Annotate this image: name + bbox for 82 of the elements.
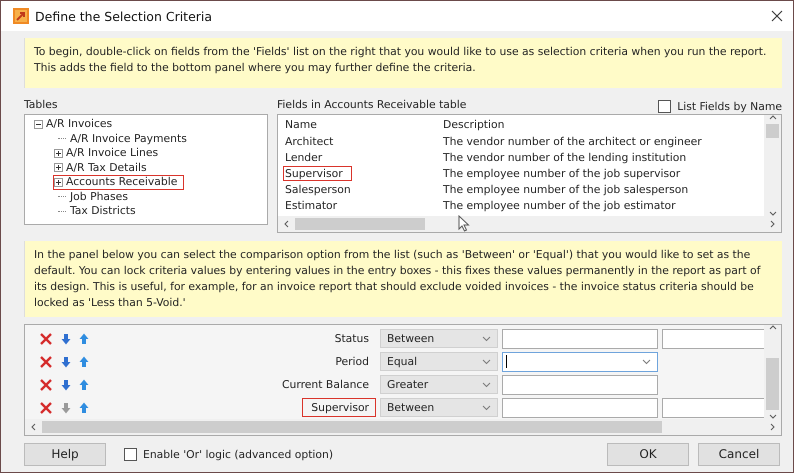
expander-icon[interactable] <box>54 163 63 172</box>
move-up-icon[interactable] <box>79 356 89 368</box>
scroll-left-icon[interactable] <box>31 423 36 431</box>
delete-icon[interactable] <box>39 354 53 368</box>
comparison-dropdown[interactable]: Equal <box>380 352 498 371</box>
move-down-icon[interactable] <box>61 332 71 344</box>
app-icon <box>13 8 29 24</box>
close-icon[interactable] <box>771 10 783 22</box>
column-header[interactable]: Description <box>443 116 504 133</box>
column-header[interactable]: Name <box>285 116 443 133</box>
scroll-thumb[interactable] <box>42 421 662 433</box>
list-by-name-checkbox[interactable]: List Fields by Name <box>658 100 782 112</box>
comparison-dropdown[interactable]: Greater <box>380 375 498 394</box>
vertical-scrollbar[interactable] <box>764 115 781 216</box>
expander-icon[interactable] <box>54 148 63 158</box>
move-up-icon[interactable] <box>79 378 89 390</box>
horizontal-scrollbar[interactable] <box>278 216 781 232</box>
criteria-field-label: Status <box>334 331 370 347</box>
delete-icon[interactable] <box>39 332 53 346</box>
move-down-icon[interactable] <box>61 402 71 414</box>
tree-item[interactable]: Accounts Receivable <box>53 175 184 190</box>
value-dropdown[interactable] <box>502 352 658 372</box>
scroll-thumb[interactable] <box>766 124 779 138</box>
cancel-button[interactable]: Cancel <box>698 442 780 466</box>
chevron-down-icon[interactable] <box>482 336 491 342</box>
field-description: The vendor number of the architect or engineer <box>443 134 702 150</box>
expander-icon[interactable] <box>34 120 43 129</box>
scroll-down-icon[interactable] <box>768 211 776 216</box>
scroll-right-icon[interactable] <box>770 220 775 228</box>
value-input[interactable] <box>662 328 766 348</box>
tree-item[interactable]: Tax Districts <box>53 204 143 218</box>
field-name[interactable]: Architect <box>283 134 342 149</box>
field-name[interactable]: Estimator <box>283 198 346 213</box>
window-title: Define the Selection Criteria <box>35 8 212 24</box>
help-button[interactable]: Help <box>24 442 106 466</box>
move-down-icon[interactable] <box>61 378 71 390</box>
scroll-thumb[interactable] <box>295 218 425 230</box>
tree-item[interactable]: Job Phases <box>53 190 135 204</box>
field-description: The employee number of the job salesperson <box>443 182 688 198</box>
field-description: The vendor number of the lending institution <box>443 150 686 166</box>
delete-icon[interactable] <box>39 378 53 392</box>
tables-label: Tables <box>24 98 59 112</box>
value-input[interactable] <box>662 398 766 418</box>
tree-item[interactable]: A/R Tax Details <box>53 160 154 175</box>
tree-item[interactable]: A/R Invoices <box>33 117 120 132</box>
scroll-thumb[interactable] <box>766 358 779 410</box>
vertical-scrollbar[interactable] <box>764 325 781 419</box>
move-up-icon[interactable] <box>79 332 89 344</box>
move-down-icon[interactable] <box>61 356 71 368</box>
instruction-note: To begin, double-click on fields from the 'Fields' list on the right that you would like to use as selection criteria when you run the report. This adds the field to the bottom panel where you may further define the criteria. <box>24 38 782 88</box>
tree-item[interactable]: A/R Invoice Lines <box>53 146 166 160</box>
horizontal-scrollbar[interactable] <box>25 419 781 435</box>
value-input[interactable] <box>502 328 658 348</box>
fields-label: Fields in Accounts Receivable table <box>277 98 466 112</box>
criteria-field-label: Period <box>334 354 370 370</box>
move-up-icon[interactable] <box>79 402 89 414</box>
scroll-down-icon[interactable] <box>768 414 776 419</box>
chevron-down-icon[interactable] <box>482 358 491 364</box>
comparison-dropdown[interactable]: Between <box>380 398 498 417</box>
or-logic-checkbox[interactable]: Enable 'Or' logic (advanced option) <box>124 448 334 460</box>
scroll-up-icon[interactable] <box>768 325 776 330</box>
value-input[interactable] <box>502 374 658 394</box>
delete-icon[interactable] <box>39 400 53 414</box>
field-description: The employee number of the job estimator <box>443 198 676 214</box>
scroll-up-icon[interactable] <box>768 115 776 120</box>
scroll-left-icon[interactable] <box>284 220 289 228</box>
value-input[interactable] <box>502 398 658 418</box>
field-name[interactable]: Supervisor <box>283 166 352 181</box>
tree-item[interactable]: A/R Invoice Payments <box>53 132 194 146</box>
field-name[interactable]: Lender <box>283 150 332 165</box>
field-name[interactable]: Salesperson <box>283 182 360 197</box>
criteria-field-label: Supervisor <box>302 398 376 417</box>
comparison-dropdown[interactable]: Between <box>380 329 498 348</box>
field-description: The employee number of the job supervisor <box>443 166 680 182</box>
instruction-note: In the panel below you can select the comparison option from the list (such as 'Between' or 'Equal') that you would like to set as the default. You can lock criteria values by entering values in the entry boxes - this fixes these values permanently in the report as part of its design. This is useful, for example, for an invoice report that should exclude voided invoices - the invoice status criteria should be locked as 'Less than 5-Void.' <box>24 241 782 317</box>
chevron-down-icon[interactable] <box>482 382 491 388</box>
scroll-right-icon[interactable] <box>770 423 775 431</box>
criteria-field-label: Current Balance <box>280 377 370 393</box>
chevron-down-icon[interactable] <box>642 358 651 364</box>
expander-icon[interactable] <box>54 178 63 187</box>
chevron-down-icon[interactable] <box>482 404 491 410</box>
ok-button[interactable]: OK <box>607 442 689 466</box>
